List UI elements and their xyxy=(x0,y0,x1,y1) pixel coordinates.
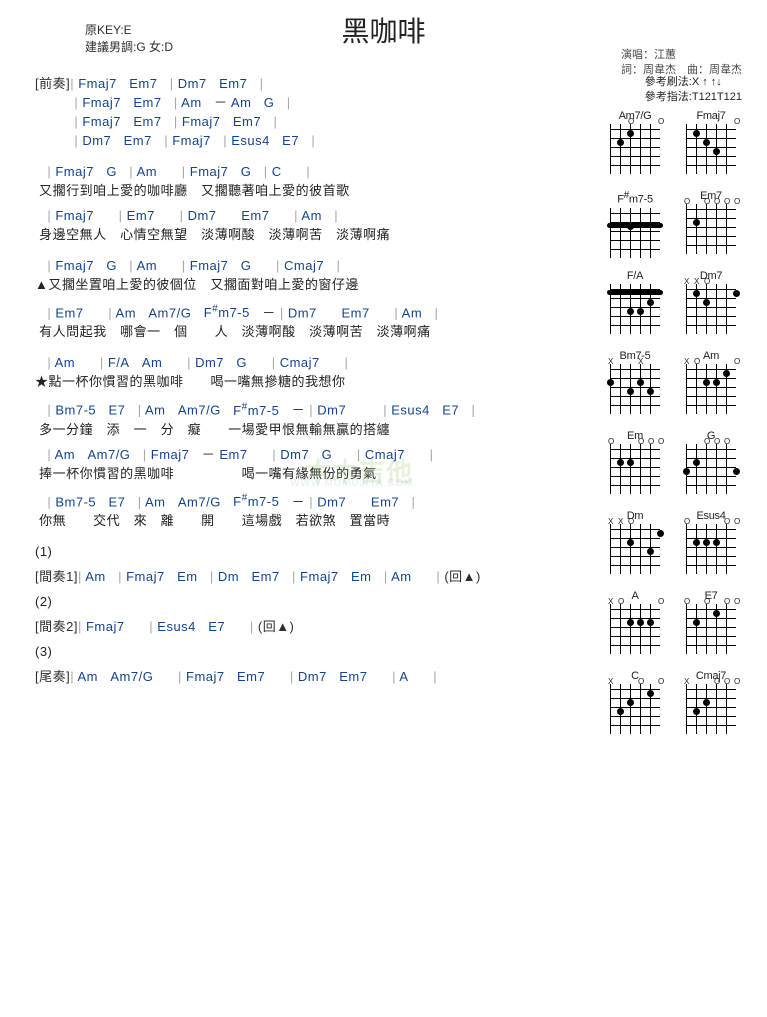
chord-name: F#m7-5 xyxy=(604,190,666,206)
chord-diagram-em7: Em7OOOOO xyxy=(680,190,742,260)
chord-diagram-dm: DmXXO xyxy=(604,510,666,580)
route-label: (3) xyxy=(35,643,595,660)
chord-diagram-am7g: Am7/GOO xyxy=(604,110,666,180)
lyric-line: 多一分鐘 添 一 分 癡 一場愛甲恨無輸無贏的搭纏 xyxy=(35,421,595,438)
chord-line: | Am Am7/G | Fmaj7 － Em7 | Dm7 G | Cmaj7… xyxy=(35,446,595,463)
chord-sheet: 黑咖啡 原KEY:E 建議男調:G 女:D 演唱：江蕙 詞：周韋杰 曲：周韋杰 … xyxy=(0,0,767,1017)
chord-diagram-fmaj7: Fmaj7O xyxy=(680,110,742,180)
chord-diagram-cmaj7: Cmaj7XOOO xyxy=(680,670,742,740)
strum-pattern: 參考刷法:X ↑ ↑↓ xyxy=(645,75,742,90)
lyric-line: 又擱行到咱上愛的咖啡廳 又擱聽著咱上愛的彼首歌 xyxy=(35,182,595,199)
chord-diagram-a: AXOO xyxy=(604,590,666,660)
chord-diagram-g: GOOO xyxy=(680,430,742,500)
route-line: [間奏1] | Am | Fmaj7 Em | Dm Em7 | Fmaj7 E… xyxy=(35,568,595,585)
chord-lyrics-body: [前奏] | Fmaj7 Em7 | Dm7 Em7 | [前奏] | Fmaj… xyxy=(35,75,595,713)
section-label: [前奏] xyxy=(35,75,70,92)
chord-diagram-fa: F/A xyxy=(604,270,666,340)
chord-diagram-dm7: Dm7XXO xyxy=(680,270,742,340)
route-line: [間奏2] | Fmaj7 | Esus4 E7 | (回▲) xyxy=(35,618,595,635)
chord-diagram-em: EmOOOO xyxy=(604,430,666,500)
watermark-sub: WWW.MUMUJITA.COM xyxy=(290,478,414,489)
route-line: [尾奏] | Am Am7/G | Fmaj7 Em7 | Dm7 Em7 | … xyxy=(35,668,595,685)
pick-pattern: 參考指法:T121T121 xyxy=(645,90,742,105)
chord-name: Fmaj7 xyxy=(680,110,742,122)
chord-diagram-fm7-5: F#m7-5 xyxy=(604,190,666,260)
chord-name: G xyxy=(680,430,742,442)
intro-line: [前奏] | Fmaj7 Em7 | Am － Am G | xyxy=(35,94,595,111)
lyric-line: ▲又擱坐置咱上愛的彼個位 又擱面對咱上愛的窗仔邊 xyxy=(35,276,595,293)
chord-diagram-bm7-5: Bm7-5XX xyxy=(604,350,666,420)
chord-diagram-esus4: Esus4OOO xyxy=(680,510,742,580)
credits: 演唱：江蕙 詞：周韋杰 曲：周韋杰 xyxy=(621,48,742,78)
suggested-key: 建議男調:G 女:D xyxy=(85,39,173,56)
chord-line: | Bm7-5 E7 | Am Am7/G F#m7-5 － | Dm7 Em7… xyxy=(35,490,595,510)
chord-diagram-e7: E7OOOO xyxy=(680,590,742,660)
original-key: 原KEY:E xyxy=(85,22,173,39)
chord-name: F/A xyxy=(604,270,666,282)
chord-line: | Am | F/A Am | Dm7 G | Cmaj7 | xyxy=(35,354,595,371)
lyric-line: 你無 交代 來 離 開 這場戲 若欲煞 置當時 xyxy=(35,512,595,529)
chord-diagram-am: AmXOO xyxy=(680,350,742,420)
chord-line: | Fmaj7 | Em7 | Dm7 Em7 | Am | xyxy=(35,207,595,224)
playing-reference: 參考刷法:X ↑ ↑↓ 參考指法:T121T121 xyxy=(645,75,742,105)
chord-line: | Bm7-5 E7 | Am Am7/G F#m7-5 － | Dm7 | E… xyxy=(35,398,595,418)
route-label: (1) xyxy=(35,543,595,560)
singer: 演唱：江蕙 xyxy=(621,48,742,63)
chord-diagrams: Am7/GOOFmaj7O F#m7-5 Em7OOOOO F/A Dm7XXOBm7-… xyxy=(597,110,742,740)
chord-line: | Em7 | Am Am7/G F#m7-5 － | Dm7 Em7 | Am… xyxy=(35,301,595,321)
intro-line: [前奏] | Fmaj7 Em7 | Fmaj7 Em7 | xyxy=(35,113,595,130)
chord-diagram-c: CXOO xyxy=(604,670,666,740)
route-label: (2) xyxy=(35,593,595,610)
chord-name: Am7/G xyxy=(604,110,666,122)
chord-line: | Fmaj7 G | Am | Fmaj7 G | C | xyxy=(35,163,595,180)
lyric-line: 身邊空無人 心情空無望 淡薄啊酸 淡薄啊苦 淡薄啊痛 xyxy=(35,226,595,243)
chord-line: | Fmaj7 G | Am | Fmaj7 G | Cmaj7 | xyxy=(35,257,595,274)
lyric-line: 有人問起我 哪會一 個 人 淡薄啊酸 淡薄啊苦 淡薄啊痛 xyxy=(35,323,595,340)
lyric-line: ★點一杯你慣習的黑咖啡 喝一嘴無摻糖的我想你 xyxy=(35,373,595,390)
intro-line: [前奏] | Fmaj7 Em7 | Dm7 Em7 | xyxy=(35,75,595,92)
key-meta: 原KEY:E 建議男調:G 女:D xyxy=(85,22,173,56)
intro-line: [前奏] | Dm7 Em7 | Fmaj7 | Esus4 E7 | xyxy=(35,132,595,149)
